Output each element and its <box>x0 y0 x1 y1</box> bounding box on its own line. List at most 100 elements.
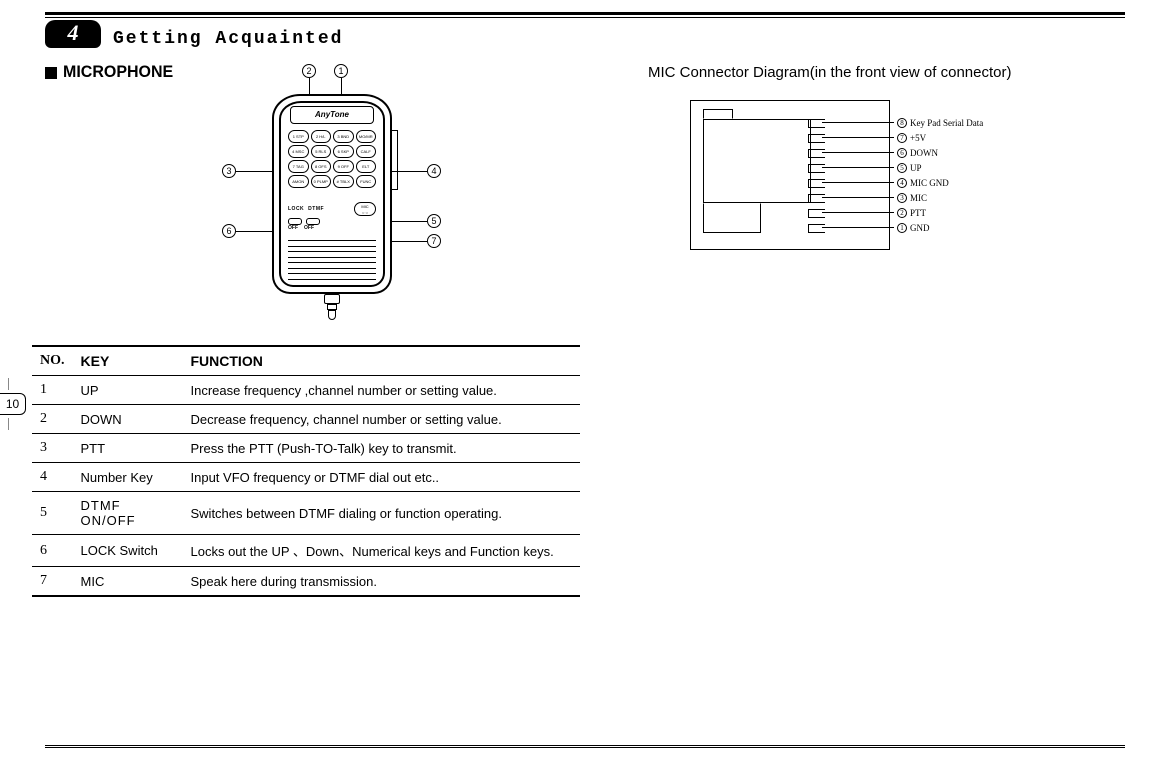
off-label: OFF <box>288 225 298 231</box>
section-header: MICROPHONE <box>45 64 173 82</box>
mic-plug-icon <box>320 294 344 320</box>
pin-lead-line <box>822 182 894 183</box>
cell-key: MIC <box>73 567 183 597</box>
pin-label: MIC GND <box>910 178 949 188</box>
pin-number-circle: 4 <box>897 178 907 188</box>
connector-pin-row: 5UP <box>822 160 1022 175</box>
pin-label: Key Pad Serial Data <box>910 118 983 128</box>
keypad-key: 3 BND TSC <box>333 130 354 143</box>
callout-1: 1 <box>334 64 348 78</box>
cell-key: UP <box>73 376 183 405</box>
cell-no: 1 <box>32 376 73 405</box>
chapter-number-tab: 4 <box>45 20 101 48</box>
pin-number-circle: 1 <box>897 223 907 233</box>
keypad-key: 2 H/L TSQ <box>311 130 332 143</box>
table-row: 5DTMF ON/OFFSwitches between DTMF dialin… <box>32 492 580 535</box>
connector-jack-outline <box>703 109 815 243</box>
pin-label: PTT <box>910 208 926 218</box>
keypad-key: 0 PLMP MUTE <box>311 175 332 188</box>
pin-number-circle: 8 <box>897 118 907 128</box>
pin-label: UP <box>910 163 922 173</box>
connector-pin-row: 8Key Pad Serial Data <box>822 115 1022 130</box>
pin-lead-line <box>822 137 894 138</box>
function-table-body: 1UPIncrease frequency ,channel number or… <box>32 376 580 597</box>
lock-switch-icon <box>288 218 302 225</box>
page-number-tab: 10 <box>0 393 26 415</box>
th-key: KEY <box>73 346 183 376</box>
keypad-key: 1 STP SET <box>288 130 309 143</box>
dtmf-switch-icon <box>306 218 320 225</box>
table-row: 3PTTPress the PTT (Push-TO-Talk) key to … <box>32 434 580 463</box>
off-label: OFF <box>304 225 314 231</box>
callout-6: 6 <box>222 224 236 238</box>
mic-grille <box>288 238 376 282</box>
mic-brand-label: AnyTone <box>290 106 374 124</box>
keypad-key: 5 RLS BSY <box>311 145 332 158</box>
cell-function: Decrease frequency, channel number or se… <box>183 405 581 434</box>
pin-label: MIC <box>910 193 927 203</box>
th-function: FUNCTION <box>183 346 581 376</box>
connector-pin-row: 6DOWN <box>822 145 1022 160</box>
pin-number-circle: 5 <box>897 163 907 173</box>
cell-no: 6 <box>32 535 73 567</box>
section-bullet-icon <box>45 67 57 79</box>
table-row: 7MICSpeak here during transmission. <box>32 567 580 597</box>
table-row: 4Number KeyInput VFO frequency or DTMF d… <box>32 463 580 492</box>
keypad-key: 7 TAG TOT <box>288 160 309 173</box>
keypad-key: FUNC <box>356 175 377 188</box>
connector-diagram-title: MIC Connector Diagram(in the front view … <box>648 64 1011 81</box>
lock-label: LOCK <box>288 206 304 212</box>
callout-2: 2 <box>302 64 316 78</box>
cell-no: 4 <box>32 463 73 492</box>
keypad-key: CALF CALL <box>356 145 377 158</box>
cell-no: 2 <box>32 405 73 434</box>
cell-no: 3 <box>32 434 73 463</box>
section-title: MICROPHONE <box>63 64 173 83</box>
pin-label: GND <box>910 223 930 233</box>
cell-function: Speak here during transmission. <box>183 567 581 597</box>
cell-no: 5 <box>32 492 73 535</box>
mic-lower-controls: LOCK DTMF MIC○ ○ OFF OFF <box>288 202 376 231</box>
pin-number-circle: 7 <box>897 133 907 143</box>
cell-function: Press the PTT (Push-TO-Talk) key to tran… <box>183 434 581 463</box>
callout-7: 7 <box>427 234 441 248</box>
connector-figure: 8Key Pad Serial Data7+5V6DOWN5UP4MIC GND… <box>690 100 1030 270</box>
microphone-figure: 1 2 3 4 5 6 7 AnyTone 1 STP SET 2 H/L TS… <box>222 64 442 344</box>
cell-function: Input VFO frequency or DTMF dial out etc… <box>183 463 581 492</box>
cell-no: 7 <box>32 567 73 597</box>
microphone-body: AnyTone 1 STP SET 2 H/L TSQ 3 BND TSC MO… <box>272 94 392 294</box>
connector-pin-row: 2PTT <box>822 205 1022 220</box>
cell-key: PTT <box>73 434 183 463</box>
top-rule <box>45 12 1125 18</box>
pin-number-circle: 2 <box>897 208 907 218</box>
connector-pin-list: 8Key Pad Serial Data7+5V6DOWN5UP4MIC GND… <box>822 115 1022 235</box>
keypad-key: 9 OFF SFT <box>333 160 354 173</box>
callout-3: 3 <box>222 164 236 178</box>
pin-number-circle: 6 <box>897 148 907 158</box>
cell-key: DOWN <box>73 405 183 434</box>
bracket-icon <box>392 130 398 190</box>
keypad-key: MO/MR <box>356 130 377 143</box>
dtmf-label: DTMF <box>308 206 324 212</box>
cell-key: DTMF ON/OFF <box>73 492 183 535</box>
keypad-key: 4 MSC SQL <box>288 145 309 158</box>
chapter-title: Getting Acquainted <box>113 29 343 49</box>
pin-lead-line <box>822 167 894 168</box>
table-row: 1UPIncrease frequency ,channel number or… <box>32 376 580 405</box>
pin-lead-line <box>822 212 894 213</box>
bottom-rule <box>45 745 1125 748</box>
keypad-key: # TBLX CANC <box>333 175 354 188</box>
mic-hole: MIC○ ○ <box>354 202 376 216</box>
pin-label: +5V <box>910 133 926 143</box>
connector-pin-row: 1GND <box>822 220 1022 235</box>
callout-5: 5 <box>427 214 441 228</box>
cell-function: Switches between DTMF dialing or functio… <box>183 492 581 535</box>
pin-lead-line <box>822 227 894 228</box>
table-row: 2DOWNDecrease frequency, channel number … <box>32 405 580 434</box>
function-table: NO. KEY FUNCTION 1UPIncrease frequency ,… <box>32 345 580 597</box>
connector-pin-row: 7+5V <box>822 130 1022 145</box>
callout-4: 4 <box>427 164 441 178</box>
table-row: 6LOCK SwitchLocks out the UP 、Down、Numer… <box>32 535 580 567</box>
keypad-key: 6 SKP SVC <box>333 145 354 158</box>
pin-number-circle: 3 <box>897 193 907 203</box>
